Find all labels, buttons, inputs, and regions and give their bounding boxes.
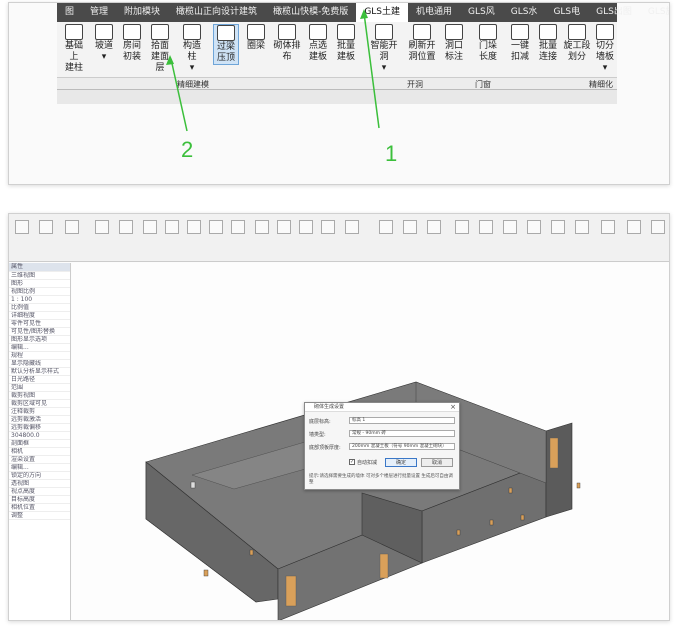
- door-right: [549, 437, 559, 469]
- window: [456, 529, 461, 536]
- arrow-line-2: [170, 58, 188, 132]
- dialog-hint: 提示:请选择需要生成的墙体 可对多个楼层进行批量设置 生成后可自由调整: [309, 474, 453, 485]
- window: [576, 482, 581, 489]
- annotation-arrows: [166, 9, 380, 132]
- window: [249, 549, 254, 556]
- property-row[interactable]: 零件可见性: [9, 320, 70, 328]
- ribbon-icon[interactable]: [479, 220, 493, 234]
- base-level-label: 底层标高:: [309, 419, 331, 425]
- ribbon-icon[interactable]: [15, 220, 29, 234]
- property-row[interactable]: 图形显示选项: [9, 336, 70, 344]
- property-row[interactable]: 显示隐藏线: [9, 360, 70, 368]
- masonry-settings-dialog: 砌体生成设置 × 底层标高: 标高 1 墙类型: 常规 - 90mm 砖 底部顶…: [304, 402, 460, 490]
- property-row[interactable]: 目标高度: [9, 496, 70, 504]
- base-level-select[interactable]: 标高 1: [349, 417, 455, 424]
- ok-button[interactable]: 确定: [385, 458, 417, 467]
- window: [489, 519, 494, 526]
- arrow-head-2: [166, 55, 174, 65]
- ribbon-icon[interactable]: [651, 220, 665, 234]
- annotation-number-2: 2: [181, 137, 194, 162]
- property-row[interactable]: 锁定的方向: [9, 472, 70, 480]
- ribbon-icon[interactable]: [403, 220, 417, 234]
- ribbon-icon[interactable]: [551, 220, 565, 234]
- property-row[interactable]: 剖面框: [9, 440, 70, 448]
- ribbon-icon[interactable]: [187, 220, 201, 234]
- door-front-left: [285, 575, 297, 607]
- property-row[interactable]: 日光路径: [9, 376, 70, 384]
- property-row[interactable]: 可见性/图形替换: [9, 328, 70, 336]
- ribbon-icon[interactable]: [255, 220, 269, 234]
- close-icon[interactable]: ×: [450, 403, 456, 411]
- bottom-screenshot-panel: 属性 三维视图 图形 视图比例 1 : 100 比例值 详细程度 零件可见性 可见性/图形替换图…: [8, 213, 670, 621]
- dialog-title: 砌体生成设置: [305, 403, 459, 412]
- auto-deduct-checkbox[interactable]: ✓: [349, 459, 355, 465]
- cancel-button[interactable]: 取消: [421, 458, 453, 467]
- property-row[interactable]: 裁剪区域可见: [9, 400, 70, 408]
- ribbon-icon[interactable]: [231, 220, 245, 234]
- property-row[interactable]: 编辑...: [9, 464, 70, 472]
- ribbon-icon[interactable]: [379, 220, 393, 234]
- slab-thickness-label: 底部顶板厚度:: [309, 445, 341, 451]
- property-row[interactable]: 透视图: [9, 480, 70, 488]
- property-row[interactable]: 远剪裁激活: [9, 416, 70, 424]
- ribbon-icon[interactable]: [455, 220, 469, 234]
- ribbon-icon[interactable]: [345, 220, 359, 234]
- window: [508, 487, 513, 494]
- ribbon-icon[interactable]: [209, 220, 223, 234]
- slab-thickness-select[interactable]: 200mm 混凝土板（符号 90mm 混凝土砌块）: [349, 443, 455, 450]
- ribbon-icon[interactable]: [575, 220, 589, 234]
- property-row[interactable]: 规程: [9, 352, 70, 360]
- property-row[interactable]: 范围: [9, 384, 70, 392]
- arrow-line-1: [363, 12, 380, 129]
- property-row[interactable]: 图形: [9, 280, 70, 288]
- property-row[interactable]: 三维视图: [9, 272, 70, 280]
- window: [203, 569, 209, 577]
- ribbon-icon[interactable]: [299, 220, 313, 234]
- property-row[interactable]: 注释裁剪: [9, 408, 70, 416]
- window: [520, 514, 525, 521]
- property-row[interactable]: 属性: [9, 263, 70, 272]
- door-notch: [379, 553, 389, 579]
- arrow-head-1: [360, 9, 368, 19]
- property-row[interactable]: 裁剪视图: [9, 392, 70, 400]
- property-row[interactable]: 编辑...: [9, 344, 70, 352]
- property-row[interactable]: 相机位置: [9, 504, 70, 512]
- ribbon-icon[interactable]: [165, 220, 179, 234]
- ribbon-icon[interactable]: [601, 220, 615, 234]
- annotation-number-1: 1: [385, 141, 398, 166]
- ribbon-icon[interactable]: [119, 220, 133, 234]
- faded-ribbon: [9, 214, 669, 262]
- auto-deduct-label: 自动扣减: [357, 460, 378, 466]
- right-side-wall: [545, 422, 573, 518]
- wall-type-select[interactable]: 常规 - 90mm 砖: [349, 430, 455, 437]
- property-row[interactable]: 相机: [9, 448, 70, 456]
- ribbon-icon[interactable]: [39, 220, 53, 234]
- ribbon-icon[interactable]: [503, 220, 517, 234]
- ribbon-icon[interactable]: [143, 220, 157, 234]
- property-row[interactable]: 调整: [9, 512, 70, 520]
- property-row[interactable]: 视点高度: [9, 488, 70, 496]
- window: [190, 481, 196, 489]
- property-row[interactable]: 视图比例: [9, 288, 70, 296]
- ribbon-icon[interactable]: [627, 220, 641, 234]
- ribbon-icon[interactable]: [427, 220, 441, 234]
- ribbon-icon[interactable]: [321, 220, 335, 234]
- property-row[interactable]: 详细程度: [9, 312, 70, 320]
- ribbon-icon[interactable]: [277, 220, 291, 234]
- ribbon-icon[interactable]: [95, 220, 109, 234]
- property-row[interactable]: 比例值: [9, 304, 70, 312]
- properties-pane: 属性 三维视图 图形 视图比例 1 : 100 比例值 详细程度 零件可见性 可见性/图形替换图…: [9, 263, 71, 620]
- property-row[interactable]: 1 : 100: [9, 296, 70, 304]
- top-screenshot-panel: 图 管理 附加模块 橄榄山正向设计建筑 橄榄山快模-免费版 GLS土建 机电通用…: [8, 2, 670, 185]
- property-row[interactable]: 默认分析显示样式: [9, 368, 70, 376]
- property-row[interactable]: 304800.0: [9, 432, 70, 440]
- ribbon-icon[interactable]: [65, 220, 79, 234]
- ribbon-icon[interactable]: [527, 220, 541, 234]
- property-row[interactable]: 远剪裁偏移: [9, 424, 70, 432]
- wall-type-label: 墙类型:: [309, 432, 326, 438]
- property-row[interactable]: 渲染设置: [9, 456, 70, 464]
